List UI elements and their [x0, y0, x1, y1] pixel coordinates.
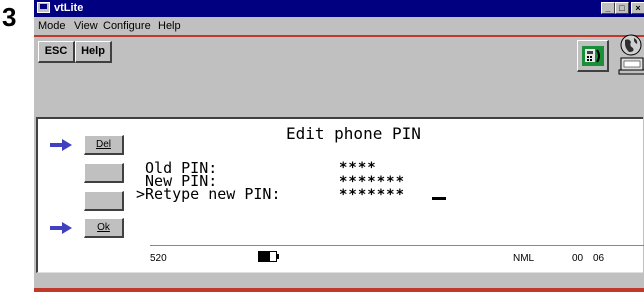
arrow-right-icon: [50, 222, 72, 234]
ok-softkey-label: Ok: [97, 222, 110, 233]
menu-help[interactable]: Help: [158, 20, 181, 33]
status-hours: 00: [572, 253, 584, 264]
row-cursor-prefix: >: [136, 185, 146, 203]
step-number: 3: [2, 2, 17, 32]
retype-pin-row: >Retype new PIN:: [136, 187, 281, 202]
toolbar: [34, 37, 644, 117]
minimize-button[interactable]: _: [601, 2, 615, 14]
menu-bar: Mode View Configure Help: [34, 17, 644, 35]
menu-view[interactable]: View: [74, 20, 98, 33]
status-divider: [150, 245, 644, 246]
close-button[interactable]: ×: [631, 2, 644, 14]
help-button[interactable]: Help: [75, 41, 112, 63]
status-mode: NML: [513, 253, 535, 264]
softkey-2[interactable]: [84, 163, 124, 183]
status-minutes: 06: [593, 253, 605, 264]
del-softkey[interactable]: Del: [84, 135, 124, 155]
ok-softkey[interactable]: Ok: [84, 218, 124, 238]
phone-icon: [582, 46, 604, 66]
text-cursor: [432, 197, 446, 200]
menu-mode[interactable]: Mode: [38, 20, 66, 33]
status-number: 520: [150, 253, 167, 264]
app-window: vtLite _ □ × Mode View Configure Help ES…: [33, 0, 644, 292]
maximize-button[interactable]: □: [615, 2, 629, 14]
window-app-icon: [37, 2, 50, 13]
menu-configure[interactable]: Configure: [103, 20, 151, 33]
del-softkey-label: Del: [95, 139, 111, 150]
phone-button[interactable]: [577, 40, 609, 72]
retype-pin-value[interactable]: *******: [339, 188, 405, 203]
retype-pin-label: Retype new PIN:: [145, 185, 281, 203]
screen-title: Edit phone PIN: [286, 124, 421, 143]
phone-display-panel: Del Ok Edit phone PIN Old PIN: **** New …: [36, 117, 644, 273]
title-bar: vtLite _ □ ×: [34, 0, 644, 17]
globe-network-icon: [618, 34, 644, 75]
bottom-accent-bar: [34, 288, 644, 292]
softkey-3[interactable]: [84, 191, 124, 211]
window-title: vtLite: [54, 2, 84, 14]
arrow-right-icon: [50, 139, 72, 151]
battery-icon: [258, 251, 279, 262]
esc-button[interactable]: ESC: [38, 41, 75, 63]
